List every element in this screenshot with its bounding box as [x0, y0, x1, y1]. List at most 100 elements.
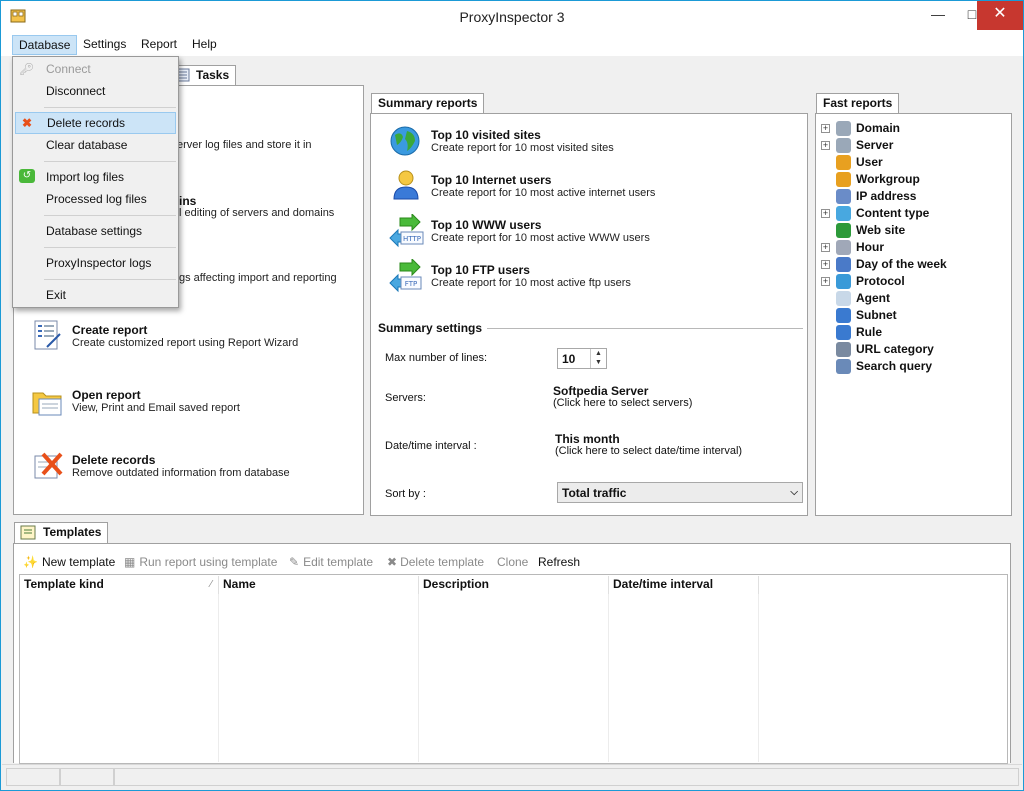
fast-report-item[interactable]: + Domain [821, 120, 900, 136]
column-divider [608, 594, 609, 762]
fast-report-label: Domain [856, 121, 901, 135]
sort-indicator-icon: ⁄ [210, 579, 212, 590]
spin-down-icon[interactable]: ▼ [591, 358, 606, 367]
fast-report-item[interactable]: IP address [821, 188, 916, 204]
max-lines-spinner[interactable]: 10 ▲ ▼ [557, 348, 607, 369]
fast-report-item[interactable]: Web site [821, 222, 905, 238]
fast-report-item[interactable]: + Day of the week [821, 256, 947, 272]
menu-item-connect[interactable]: Connect [15, 58, 176, 80]
sortby-select[interactable]: Total traffic ⌵ [557, 482, 803, 503]
column-header-template-kind[interactable]: Template kind ⁄ [20, 576, 219, 594]
templates-table [19, 574, 1008, 764]
interval-value-link[interactable]: This month [555, 432, 620, 446]
run-report-icon: ▦ [124, 555, 136, 569]
menu-item-delete-records[interactable]: ✖ Delete records [15, 112, 176, 134]
minimize-button[interactable]: — [922, 1, 954, 30]
fast-report-item[interactable]: + Hour [821, 239, 884, 255]
fast-report-icon [836, 205, 851, 221]
fast-report-label: User [856, 155, 883, 169]
fast-report-icon [836, 188, 851, 204]
menu-item-import-log-files[interactable]: Import log files [15, 166, 176, 188]
expand-icon[interactable]: + [821, 259, 830, 269]
menu-help[interactable]: Help [186, 35, 223, 55]
fast-report-item[interactable]: + Server [821, 137, 893, 153]
expand-icon[interactable]: + [821, 276, 830, 286]
fast-report-item[interactable]: + Content type [821, 205, 929, 221]
fast-report-item[interactable]: + Protocol [821, 273, 905, 289]
refresh-templates-button[interactable]: Refresh [538, 553, 580, 571]
fast-report-item[interactable]: Workgroup [821, 171, 920, 187]
menu-item-proxyinspector-logs[interactable]: ProxyInspector logs [15, 252, 176, 274]
column-header-name[interactable]: Name [219, 576, 419, 594]
menu-settings[interactable]: Settings [77, 35, 132, 55]
menu-item-processed-log-files[interactable]: Processed log files [15, 188, 176, 210]
close-button[interactable]: ✕ [977, 1, 1023, 30]
chevron-down-icon: ⌵ [790, 487, 798, 498]
delete-records-link[interactable]: Delete records [72, 453, 155, 467]
template-kind-header-label: Template kind [24, 577, 104, 591]
clone-template-button[interactable]: Clone [497, 553, 528, 571]
delete-records-desc: Remove outdated information from databas… [72, 467, 290, 479]
fast-report-label: Search query [856, 359, 933, 373]
menu-item-disconnect[interactable]: Disconnect [15, 80, 176, 102]
fast-report-icon [836, 154, 851, 170]
create-report-link[interactable]: Create report [72, 323, 147, 337]
menu-item-database-settings[interactable]: Database settings [15, 220, 176, 242]
ftp-badge: FTP [405, 280, 417, 288]
app-window: ProxyInspector 3 — □ ✕ Database Settings… [0, 0, 1024, 791]
fast-report-label: Hour [856, 240, 884, 254]
menu-separator [44, 107, 176, 108]
delete-template-label: Delete template [400, 555, 485, 569]
expand-icon[interactable]: + [821, 123, 830, 133]
fast-report-label: IP address [856, 189, 917, 203]
top10-internet-users-link[interactable]: Top 10 Internet users [431, 173, 551, 187]
fast-report-label: Subnet [856, 308, 897, 322]
fast-report-label: Protocol [856, 274, 905, 288]
sortby-value: Total traffic [562, 486, 627, 500]
globe-icon [390, 126, 420, 156]
menu-item-clear-database[interactable]: Clear database [15, 134, 176, 156]
fast-report-item[interactable]: Search query [821, 358, 932, 374]
top10-www-users-link[interactable]: Top 10 WWW users [431, 218, 541, 232]
fast-report-item[interactable]: User [821, 154, 883, 170]
fast-report-icon [836, 222, 851, 238]
interval-hint-link[interactable]: (Click here to select date/time interval… [555, 445, 742, 457]
fast-report-item[interactable]: Agent [821, 290, 890, 306]
tab-summary-reports[interactable]: Summary reports [371, 93, 485, 113]
fast-report-label: Server [856, 138, 894, 152]
menu-database[interactable]: Database [12, 35, 78, 55]
summary-settings-separator [487, 328, 803, 329]
new-template-button[interactable]: ✨ New template [23, 553, 115, 571]
top10-visited-sites-link[interactable]: Top 10 visited sites [431, 128, 541, 142]
status-cell [6, 768, 60, 786]
fast-report-icon [836, 324, 851, 340]
spin-up-icon[interactable]: ▲ [591, 349, 606, 358]
open-report-link[interactable]: Open report [72, 388, 141, 402]
servers-value-link[interactable]: Softpedia Server [553, 384, 648, 398]
column-header-date-interval[interactable]: Date/time interval [609, 576, 759, 594]
open-report-desc: View, Print and Email saved report [72, 402, 240, 414]
servers-hint-link[interactable]: (Click here to select servers) [553, 397, 692, 409]
tab-fast-reports[interactable]: Fast reports [816, 93, 900, 113]
fast-report-item[interactable]: URL category [821, 341, 934, 357]
fast-report-icon [836, 137, 851, 153]
expand-icon[interactable]: + [821, 208, 830, 218]
expand-icon[interactable]: + [821, 140, 830, 150]
menu-item-exit[interactable]: Exit [15, 284, 176, 306]
www-users-icon: HTTP [389, 214, 424, 248]
fast-report-item[interactable]: Subnet [821, 307, 897, 323]
spinner-buttons[interactable]: ▲ ▼ [590, 349, 606, 368]
delete-template-button[interactable]: ✖ Delete template [387, 553, 484, 571]
max-lines-label: Max number of lines: [385, 352, 488, 364]
column-header-description[interactable]: Description [419, 576, 609, 594]
http-badge: HTTP [403, 235, 421, 243]
run-template-button[interactable]: ▦ Run report using template [124, 553, 277, 571]
top10-internet-users-desc: Create report for 10 most active interne… [431, 187, 656, 199]
menu-report[interactable]: Report [135, 35, 183, 55]
fast-report-label: Web site [856, 223, 906, 237]
top10-ftp-users-link[interactable]: Top 10 FTP users [431, 263, 530, 277]
edit-template-button[interactable]: ✎ Edit template [289, 553, 373, 571]
expand-icon[interactable]: + [821, 242, 830, 252]
create-report-desc: Create customized report using Report Wi… [72, 337, 299, 349]
fast-report-item[interactable]: Rule [821, 324, 882, 340]
